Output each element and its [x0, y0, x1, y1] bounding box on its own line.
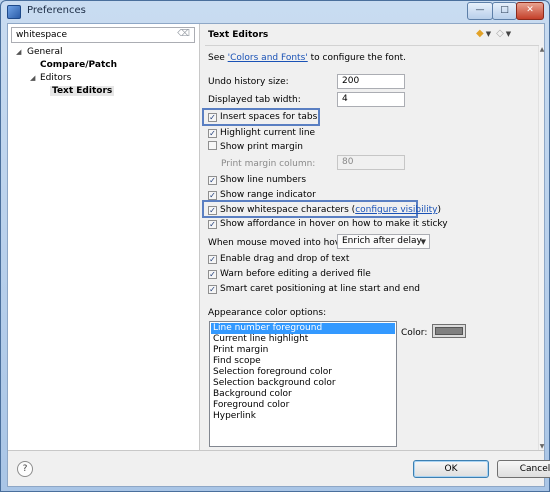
scroll-up-icon[interactable]: ▲ — [539, 46, 545, 53]
filter-value: whitespace — [16, 30, 68, 40]
checkbox-label: Show affordance in hover on how to make … — [220, 219, 448, 229]
configure-visibility-link[interactable]: configure visibility — [355, 205, 437, 215]
checkbox-box[interactable]: ✓ — [208, 176, 217, 185]
undo-history-field[interactable]: 200 — [337, 74, 405, 89]
checkbox-label-suffix: ) — [437, 205, 441, 215]
title-separator — [205, 45, 539, 46]
appearance-color-list[interactable]: Line number foreground Current line high… — [209, 321, 397, 447]
minimize-button[interactable]: — — [467, 2, 493, 20]
checkbox-label: Smart caret positioning at line start an… — [220, 284, 420, 294]
list-item[interactable]: Hyperlink — [211, 411, 395, 422]
forward-dropdown-icon[interactable]: ▼ — [506, 30, 511, 38]
close-button[interactable]: ✕ — [516, 2, 544, 20]
hover-label: When mouse moved into hover: — [208, 238, 353, 248]
preference-page: Text Editors ◆ ▼ ◇ ▼ See 'Colors and Fonts'… — [201, 24, 544, 450]
tab-width-label: Displayed tab width: — [208, 95, 301, 105]
font-hint: See 'Colors and Fonts' to configure the … — [208, 52, 406, 64]
checkbox-label: Show print margin — [220, 142, 303, 152]
drag-drop-checkbox[interactable]: ✓ Enable drag and drop of text — [208, 253, 349, 265]
tree-node-compare-patch[interactable]: Compare/Patch — [40, 59, 117, 72]
whitespace-checkbox[interactable]: ✓ Show whitespace characters (configure v… — [208, 204, 441, 216]
checkbox-box[interactable]: ✓ — [208, 270, 217, 279]
back-icon[interactable]: ◆ — [476, 28, 484, 39]
list-item[interactable]: Selection background color — [211, 378, 395, 389]
tree-node-label: General — [27, 47, 63, 57]
tree-node-label: Editors — [40, 73, 72, 83]
tree-node-editors[interactable]: ◢ Editors — [30, 72, 71, 85]
colors-and-fonts-link[interactable]: 'Colors and Fonts' — [228, 53, 308, 63]
checkbox-label: Show line numbers — [220, 175, 307, 185]
checkbox-box[interactable]: ✓ — [208, 113, 217, 122]
color-swatch — [435, 327, 463, 335]
back-dropdown-icon[interactable]: ▼ — [486, 30, 491, 38]
button-bar-separator — [8, 450, 544, 451]
checkbox-box[interactable]: ✓ — [208, 255, 217, 264]
checkbox-box[interactable]: ✓ — [208, 129, 217, 138]
appearance-options-label: Appearance color options: — [208, 308, 327, 318]
warn-derived-checkbox[interactable]: ✓ Warn before editing a derived file — [208, 268, 371, 280]
print-margin-checkbox[interactable]: Show print margin — [208, 141, 303, 153]
preference-tree-pane: whitespace ⌫ ◢ General Compare/Patch ◢ E… — [8, 24, 200, 450]
cancel-button[interactable]: Cancel — [497, 460, 550, 478]
history-navigation: ◆ ▼ ◇ ▼ — [476, 28, 516, 40]
checkbox-box[interactable]: ✓ — [208, 191, 217, 200]
list-item[interactable]: Print margin — [211, 345, 395, 356]
clear-filter-icon[interactable]: ⌫ — [177, 29, 190, 39]
maximize-button[interactable]: □ — [492, 2, 517, 20]
tree-expand-icon[interactable]: ◢ — [16, 46, 21, 59]
ok-button[interactable]: OK — [413, 460, 489, 478]
scroll-down-icon[interactable]: ▼ — [539, 443, 545, 450]
list-item[interactable]: Current line highlight — [211, 334, 395, 345]
checkbox-box[interactable]: ✓ — [208, 206, 217, 215]
checkbox-box[interactable]: ✓ — [208, 220, 217, 229]
tree-node-label: Text Editors — [50, 86, 115, 96]
checkbox-label: Enable drag and drop of text — [220, 254, 350, 264]
print-margin-column-label: Print margin column: — [221, 159, 316, 169]
forward-icon[interactable]: ◇ — [496, 28, 504, 39]
list-item[interactable]: Line number foreground — [211, 323, 395, 334]
smart-caret-checkbox[interactable]: ✓ Smart caret positioning at line start a… — [208, 283, 420, 295]
tree-expand-icon[interactable]: ◢ — [30, 72, 35, 85]
checkbox-label: Highlight current line — [220, 128, 316, 138]
dialog-client: whitespace ⌫ ◢ General Compare/Patch ◢ E… — [7, 23, 550, 487]
color-picker-button[interactable] — [432, 324, 466, 338]
chevron-down-icon[interactable]: ▼ — [421, 237, 426, 248]
checkbox-label: Insert spaces for tabs — [220, 112, 318, 122]
tree-node-general[interactable]: ◢ General — [16, 46, 62, 59]
checkbox-label: Warn before editing a derived file — [220, 269, 371, 279]
highlight-line-checkbox[interactable]: ✓ Highlight current line — [208, 127, 315, 139]
title-bar[interactable]: Preferences — □ ✕ — [1, 1, 549, 23]
window-title: Preferences — [27, 5, 86, 16]
app-icon — [7, 5, 21, 19]
hover-combo-value: Enrich after delay — [342, 236, 422, 246]
font-hint-suffix: to configure the font. — [307, 53, 407, 63]
insert-spaces-checkbox[interactable]: ✓ Insert spaces for tabs — [208, 111, 317, 123]
list-item[interactable]: Foreground color — [211, 400, 395, 411]
list-item[interactable]: Find scope — [211, 356, 395, 367]
filter-input[interactable]: whitespace ⌫ — [11, 27, 195, 43]
tree-node-text-editors[interactable]: Text Editors — [50, 85, 115, 98]
preferences-window: Preferences — □ ✕ whitespace ⌫ ◢ General… — [0, 0, 550, 492]
help-button[interactable]: ? — [17, 461, 33, 477]
page-scrollbar[interactable]: ▲ ▼ — [538, 46, 544, 450]
hover-combo[interactable]: Enrich after delay ▼ — [337, 234, 430, 249]
line-numbers-checkbox[interactable]: ✓ Show line numbers — [208, 174, 306, 186]
affordance-checkbox[interactable]: ✓ Show affordance in hover on how to make… — [208, 218, 448, 230]
checkbox-box[interactable]: ✓ — [208, 285, 217, 294]
font-hint-prefix: See — [208, 53, 228, 63]
undo-history-label: Undo history size: — [208, 77, 289, 87]
color-label: Color: — [401, 328, 428, 338]
checkbox-label: Show range indicator — [220, 190, 316, 200]
list-item[interactable]: Background color — [211, 389, 395, 400]
list-item[interactable]: Selection foreground color — [211, 367, 395, 378]
page-title: Text Editors — [208, 30, 269, 40]
checkbox-label: Show whitespace characters ( — [220, 205, 356, 215]
tab-width-field[interactable]: 4 — [337, 92, 405, 107]
checkbox-box[interactable] — [208, 141, 217, 150]
print-margin-column-field: 80 — [337, 155, 405, 170]
